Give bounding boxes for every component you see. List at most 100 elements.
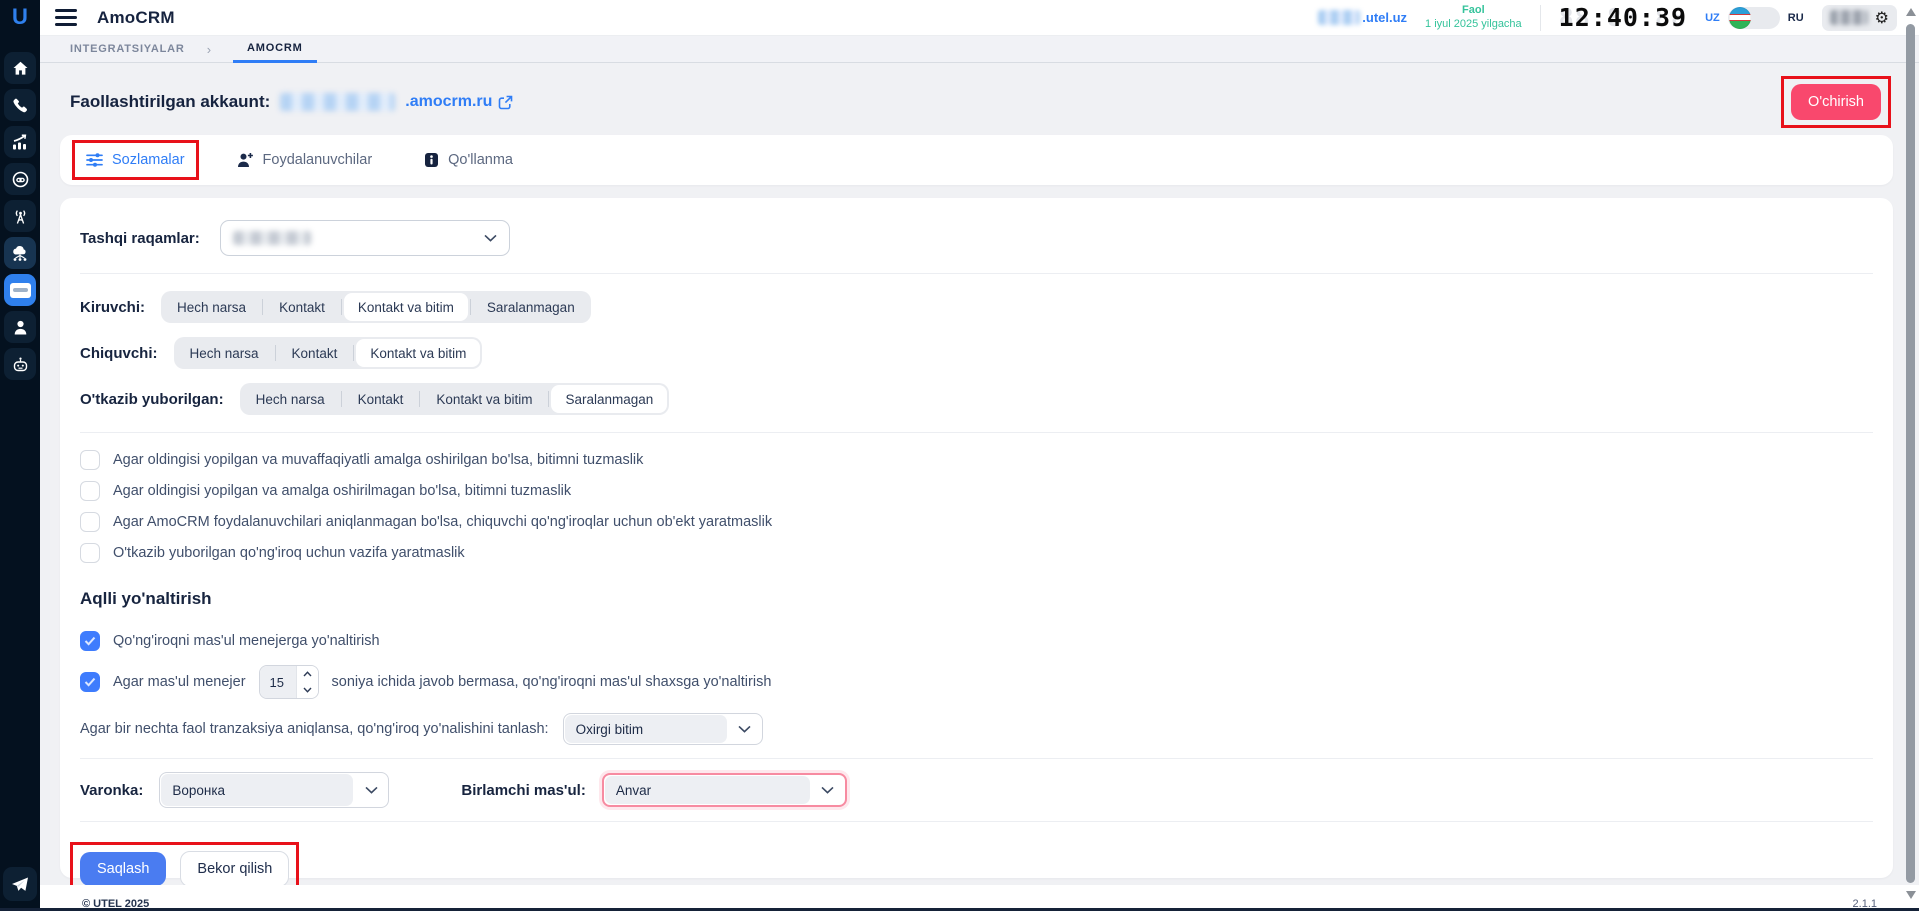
- checkbox-no-object-if-unknown-user[interactable]: [80, 512, 100, 532]
- chevron-down-icon: [728, 714, 762, 744]
- missed-label: O'tkazib yuborilgan:: [80, 391, 224, 408]
- timeout-text-prefix: Agar mas'ul menejer: [113, 674, 246, 690]
- segment-option[interactable]: Hech narsa: [174, 337, 275, 369]
- scrollbar[interactable]: [1904, 2, 1917, 905]
- breadcrumb-integrations[interactable]: INTEGRATSIYALAR: [70, 43, 185, 55]
- cancel-button[interactable]: Bekor qilish: [180, 851, 289, 885]
- tabs-bar: Sozlamalar Foydalanuvchilar Qo'llanma: [60, 135, 1893, 185]
- sidebar-item-amocrm[interactable]: [4, 274, 36, 306]
- utel-account-link[interactable]: .utel.uz: [1318, 10, 1407, 25]
- funnel-label: Varonka:: [80, 782, 143, 799]
- lang-ru-label[interactable]: RU: [1788, 12, 1804, 24]
- external-numbers-select[interactable]: [220, 220, 510, 256]
- checkbox-label: Qo'ng'iroqni mas'ul menejerga yo'naltiri…: [113, 633, 380, 649]
- scroll-up-icon[interactable]: [1906, 8, 1916, 16]
- checkbox-no-task-for-missed[interactable]: [80, 543, 100, 563]
- sidebar-item-users[interactable]: [4, 311, 36, 343]
- sidebar-item-home[interactable]: [4, 52, 36, 84]
- status-label: Faol: [1425, 4, 1522, 18]
- breadcrumb-amocrm[interactable]: AMOCRM: [233, 36, 317, 63]
- outgoing-segmented-control: Hech narsa Kontakt Kontakt va bitim: [174, 337, 483, 369]
- divider: [80, 758, 1873, 759]
- segment-option[interactable]: Hech narsa: [161, 291, 262, 323]
- users-icon: [237, 152, 254, 168]
- checkbox-label: Agar oldingisi yopilgan va muvaffaqiyatl…: [113, 452, 643, 468]
- language-switcher: UZ RU: [1705, 7, 1804, 29]
- account-domain-link[interactable]: .amocrm.ru: [405, 93, 513, 111]
- route-direction-select[interactable]: Oxirgi bitim: [563, 713, 763, 745]
- sidebar-item-telegram[interactable]: [3, 867, 37, 901]
- account-label: Faollashtirilgan akkaunt:: [70, 92, 270, 112]
- responsible-select[interactable]: Anvar: [602, 773, 847, 807]
- segment-option[interactable]: Kontakt: [276, 337, 354, 369]
- checkbox-label: Agar oldingisi yopilgan va amalga oshiri…: [113, 483, 571, 499]
- sliders-icon: [86, 153, 103, 167]
- bot-icon: [12, 356, 29, 373]
- timeout-input[interactable]: [260, 666, 296, 698]
- gear-icon: ⚙: [1875, 10, 1889, 26]
- book-info-icon: [424, 152, 439, 168]
- screen: U: [0, 0, 1919, 911]
- divider: [80, 821, 1873, 822]
- timeout-stepper: [259, 665, 319, 699]
- uzbekistan-flag-icon: [1729, 7, 1751, 29]
- redacted-account-name: [280, 93, 395, 111]
- segment-option-selected[interactable]: Saralanmagan: [551, 385, 667, 413]
- responsible-label: Birlamchi mas'ul:: [461, 782, 585, 799]
- lang-uz-label[interactable]: UZ: [1705, 12, 1720, 24]
- segment-option[interactable]: Kontakt: [342, 383, 420, 415]
- segment-divider: [353, 345, 354, 361]
- settings-form: Tashqi raqamlar: Kiruvchi: Hech narsa: [60, 198, 1893, 878]
- clock-time: 12:40:39: [1559, 5, 1687, 30]
- user-icon: [12, 319, 29, 336]
- route-select-label: Agar bir nechta faol tranzaksiya aniqlan…: [80, 721, 549, 737]
- checkbox-route-to-manager[interactable]: [80, 631, 100, 651]
- checkbox-label: Agar AmoCRM foydalanuvchilari aniqlanmag…: [113, 514, 772, 530]
- chevron-down-icon: [484, 234, 497, 242]
- scroll-down-icon[interactable]: [1906, 891, 1916, 899]
- segment-option-selected[interactable]: Kontakt va bitim: [356, 339, 480, 367]
- outgoing-label: Chiquvchi:: [80, 345, 158, 362]
- sidebar-item-antenna[interactable]: [4, 200, 36, 232]
- cloud-network-icon: [11, 245, 29, 262]
- tab-settings[interactable]: Sozlamalar: [86, 152, 185, 168]
- stepper-down-icon[interactable]: [297, 682, 318, 698]
- phone-icon: [12, 97, 28, 113]
- segment-option[interactable]: Hech narsa: [240, 383, 341, 415]
- scrollbar-thumb[interactable]: [1906, 24, 1915, 883]
- page-content: Faollashtirilgan akkaunt: .amocrm.ru O'c…: [40, 63, 1919, 885]
- telegram-icon: [11, 876, 29, 893]
- segment-option[interactable]: Kontakt: [263, 291, 341, 323]
- sidebar-item-analytics[interactable]: [4, 126, 36, 158]
- tab-users[interactable]: Foydalanuvchilar: [237, 152, 373, 168]
- delete-integration-button[interactable]: O'chirish: [1791, 84, 1881, 120]
- segment-option[interactable]: Kontakt va bitim: [420, 383, 548, 415]
- checkbox-label: O'tkazib yuborilgan qo'ng'iroq uchun vaz…: [113, 545, 465, 561]
- home-icon: [12, 60, 29, 76]
- stepper-up-icon[interactable]: [297, 666, 318, 682]
- checkbox-no-deal-if-failed[interactable]: [80, 481, 100, 501]
- language-toggle[interactable]: [1728, 7, 1780, 29]
- sidebar-item-bot[interactable]: [4, 348, 36, 380]
- route-direction-value: Oxirgi bitim: [565, 715, 727, 743]
- menu-icon[interactable]: [55, 9, 77, 26]
- robot-icon: [12, 171, 29, 188]
- missed-segmented-control: Hech narsa Kontakt Kontakt va bitim Sara…: [240, 383, 670, 415]
- digital-clock: 88:88:88 12:40:39: [1559, 5, 1687, 30]
- sidebar-item-robot[interactable]: [4, 163, 36, 195]
- main-area: AmoCRM .utel.uz Faol 1 iyul 2025 yilgach…: [40, 0, 1919, 911]
- sidebar-item-calls[interactable]: [4, 89, 36, 121]
- incoming-label: Kiruvchi:: [80, 299, 145, 316]
- profile-settings-button[interactable]: ⚙: [1822, 5, 1897, 31]
- sidebar-item-integrations[interactable]: [4, 237, 36, 269]
- segment-option-selected[interactable]: Kontakt va bitim: [344, 293, 468, 321]
- segment-option[interactable]: Saralanmagan: [471, 291, 591, 323]
- redacted-number: [233, 231, 311, 245]
- chevron-right-icon: ›: [207, 42, 211, 57]
- funnel-select[interactable]: Воронка: [159, 772, 389, 808]
- tab-guide[interactable]: Qo'llanma: [424, 152, 513, 168]
- save-button[interactable]: Saqlash: [80, 852, 166, 885]
- status-until: 1 iyul 2025 yilgacha: [1425, 18, 1522, 32]
- checkbox-no-deal-if-success[interactable]: [80, 450, 100, 470]
- checkbox-route-timeout[interactable]: [80, 672, 100, 692]
